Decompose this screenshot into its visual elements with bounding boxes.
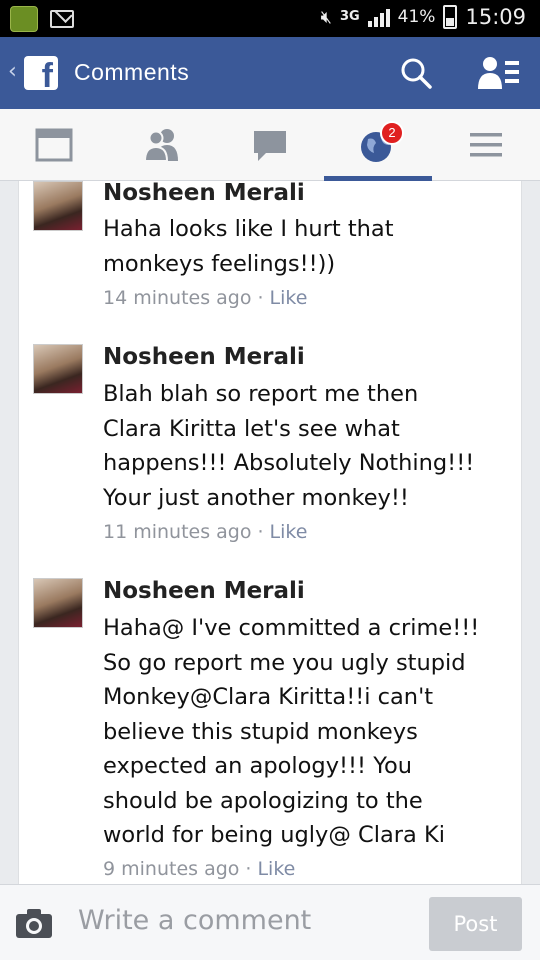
comment-list[interactable]: Nosheen Merali Haha looks like I hurt th… (18, 181, 522, 884)
like-link[interactable]: Like (270, 287, 308, 309)
comment-time: 11 minutes ago (103, 521, 252, 543)
comment-author[interactable]: Nosheen Merali (103, 344, 305, 370)
facebook-logo[interactable]: f (24, 56, 58, 90)
comment-meta: 11 minutes ago · Like (103, 521, 307, 543)
tab-friends[interactable] (108, 109, 216, 181)
app-notification-icon (10, 6, 38, 32)
mail-notification-icon (50, 10, 74, 28)
tab-bar: 2 (0, 109, 540, 181)
mute-icon: 🔇︎ (320, 6, 332, 28)
messages-icon (254, 131, 286, 161)
status-bar: 🔇︎ 3G 41% 15:09 (0, 0, 540, 37)
status-bar-indicators: 🔇︎ 3G 41% 15:09 (321, 5, 526, 29)
camera-icon[interactable] (14, 907, 54, 939)
meta-separator: · (245, 858, 252, 880)
tab-messages[interactable] (216, 109, 324, 181)
friends-icon (143, 129, 178, 162)
tab-more[interactable] (432, 109, 540, 181)
tab-notifications[interactable]: 2 (324, 109, 432, 181)
menu-icon (470, 133, 502, 157)
list-gutter (522, 181, 540, 884)
search-icon[interactable] (400, 57, 432, 89)
comment-text: Haha looks like I hurt that monkeys feel… (103, 216, 394, 277)
avatar[interactable] (33, 181, 83, 231)
like-link[interactable]: Like (257, 858, 295, 880)
signal-icon (367, 7, 390, 27)
like-link[interactable]: Like (270, 521, 308, 543)
avatar[interactable] (33, 578, 83, 628)
battery-percent: 41% (397, 7, 436, 27)
tab-news-feed[interactable] (0, 109, 108, 181)
battery-icon (443, 5, 458, 29)
comment-text: Haha@ I've committed a crime!!! So go re… (103, 615, 480, 848)
notification-badge: 2 (380, 121, 404, 145)
comment-time: 9 minutes ago (103, 858, 240, 880)
comment-author[interactable]: Nosheen Merali (103, 578, 305, 604)
comment-meta: 14 minutes ago · Like (103, 287, 307, 309)
comment-time: 14 minutes ago (103, 287, 252, 309)
news-feed-icon (35, 128, 73, 162)
app-header: ‹ f Comments (0, 37, 540, 109)
status-bar-notifications (10, 6, 74, 32)
network-type: 3G (339, 9, 360, 24)
comment-author[interactable]: Nosheen Merali (103, 181, 305, 206)
comment-meta: 9 minutes ago · Like (103, 858, 295, 880)
back-chevron-icon[interactable]: ‹ (8, 59, 17, 84)
page-title: Comments (74, 59, 190, 85)
comment-composer: Write a comment Post (0, 884, 540, 960)
post-button[interactable]: Post (429, 897, 522, 951)
meta-separator: · (257, 521, 264, 543)
friend-requests-icon[interactable] (478, 55, 520, 91)
comment-text: Blah blah so report me then Clara Kiritt… (103, 381, 475, 511)
clock: 15:09 (465, 5, 526, 29)
comment-input[interactable]: Write a comment (78, 905, 311, 936)
meta-separator: · (257, 287, 264, 309)
avatar[interactable] (33, 344, 83, 394)
